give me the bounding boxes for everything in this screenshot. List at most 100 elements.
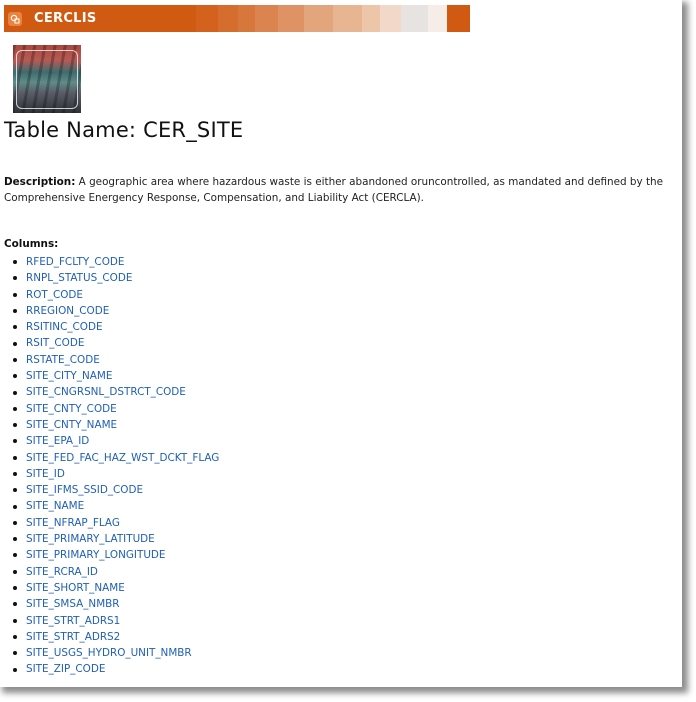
column-link[interactable]: SITE_ID — [26, 466, 65, 482]
column-link[interactable]: SITE_RCRA_ID — [26, 564, 98, 580]
bullet-icon — [13, 651, 17, 656]
column-link[interactable]: SITE_FED_FAC_HAZ_WST_DCKT_FLAG — [26, 450, 219, 466]
column-list-item: SITE_ID — [12, 466, 219, 482]
bullet-icon — [13, 537, 17, 542]
column-list-item: SITE_USGS_HYDRO_UNIT_NMBR — [12, 645, 219, 661]
column-list-item: SITE_NAME — [12, 498, 219, 514]
bullet-icon — [13, 586, 17, 591]
header-fade-block — [238, 5, 255, 32]
column-link[interactable]: RSITINC_CODE — [26, 319, 103, 335]
column-link[interactable]: SITE_STRT_ADRS2 — [26, 629, 120, 645]
columns-list: RFED_FCLTY_CODE RNPL_STATUS_CODE ROT_CODE R… — [12, 254, 219, 678]
column-link[interactable]: SITE_CITY_NAME — [26, 368, 112, 384]
header-fade-block — [401, 5, 428, 32]
bullet-icon — [13, 455, 17, 460]
column-list-item: SITE_STRT_ADRS2 — [12, 629, 219, 645]
bullet-icon — [13, 423, 17, 428]
bullet-icon — [13, 553, 17, 558]
column-link[interactable]: SITE_PRIMARY_LATITUDE — [26, 531, 155, 547]
bullet-icon — [13, 390, 17, 395]
column-list-item: RNPL_STATUS_CODE — [12, 270, 219, 286]
column-list-item: SITE_NFRAP_FLAG — [12, 515, 219, 531]
bullet-icon — [13, 569, 17, 574]
search-document-icon — [8, 11, 22, 26]
column-link[interactable]: SITE_PRIMARY_LONGITUDE — [26, 547, 166, 563]
drums-thumbnail-image — [13, 45, 81, 113]
column-list-item: SITE_FED_FAC_HAZ_WST_DCKT_FLAG — [12, 450, 219, 466]
page-title: Table Name: CER_SITE — [4, 118, 244, 142]
columns-label: Columns: — [4, 238, 59, 250]
bullet-icon — [13, 667, 17, 672]
column-link[interactable]: RNPL_STATUS_CODE — [26, 270, 132, 286]
bullet-icon — [13, 325, 17, 330]
bullet-icon — [13, 341, 17, 346]
bullet-icon — [13, 439, 17, 444]
bullet-icon — [13, 488, 17, 493]
column-list-item: SITE_SMSA_NMBR — [12, 596, 219, 612]
column-list-item: SITE_PRIMARY_LONGITUDE — [12, 547, 219, 563]
column-link[interactable]: SITE_IFMS_SSID_CODE — [26, 482, 143, 498]
bullet-icon — [13, 504, 17, 509]
header-fade-block — [218, 5, 238, 32]
column-list-item: SITE_SHORT_NAME — [12, 580, 219, 596]
bullet-icon — [13, 357, 17, 362]
header-fade-block — [278, 5, 304, 32]
column-link[interactable]: SITE_SMSA_NMBR — [26, 596, 120, 612]
bullet-icon — [13, 602, 17, 607]
bullet-icon — [13, 260, 17, 265]
column-link[interactable]: SITE_USGS_HYDRO_UNIT_NMBR — [26, 645, 192, 661]
column-link[interactable]: ROT_CODE — [26, 287, 83, 303]
bullet-icon — [13, 406, 17, 411]
column-list-item: SITE_PRIMARY_LATITUDE — [12, 531, 219, 547]
column-list-item: SITE_IFMS_SSID_CODE — [12, 482, 219, 498]
header-fade-block — [255, 5, 278, 32]
column-list-item: RREGION_CODE — [12, 303, 219, 319]
header-fade-block — [428, 5, 447, 32]
column-list-item: RSTATE_CODE — [12, 352, 219, 368]
header-fade-block — [380, 5, 401, 32]
bullet-icon — [13, 374, 17, 379]
bullet-icon — [13, 634, 17, 639]
column-link[interactable]: RSIT_CODE — [26, 335, 84, 351]
bullet-icon — [13, 618, 17, 623]
column-link[interactable]: SITE_SHORT_NAME — [26, 580, 125, 596]
header-banner: CERCLIS — [4, 5, 470, 32]
page-container: CERCLIS Table Name: CER_SITE Description… — [0, 0, 682, 687]
column-list-item: SITE_CITY_NAME — [12, 368, 219, 384]
column-link[interactable]: SITE_ZIP_CODE — [26, 661, 105, 677]
bullet-icon — [13, 520, 17, 525]
bullet-icon — [13, 292, 17, 297]
column-link[interactable]: SITE_STRT_ADRS1 — [26, 613, 120, 629]
bullet-icon — [13, 472, 17, 476]
column-link[interactable]: SITE_CNTY_CODE — [26, 401, 117, 417]
header-fade-block — [304, 5, 333, 32]
column-list-item: RSITINC_CODE — [12, 319, 219, 335]
bullet-icon — [13, 276, 17, 281]
column-link[interactable]: SITE_NAME — [26, 498, 84, 514]
column-link[interactable]: SITE_CNGRSNL_DSTRCT_CODE — [26, 384, 186, 400]
column-list-item: SITE_ZIP_CODE — [12, 661, 219, 677]
column-link[interactable]: SITE_EPA_ID — [26, 433, 89, 449]
column-list-item: SITE_CNTY_NAME — [12, 417, 219, 433]
column-list-item: ROT_CODE — [12, 287, 219, 303]
column-list-item: SITE_CNGRSNL_DSTRCT_CODE — [12, 384, 219, 400]
header-title: CERCLIS — [34, 11, 97, 26]
column-list-item: RSIT_CODE — [12, 335, 219, 351]
column-link[interactable]: RFED_FCLTY_CODE — [26, 254, 124, 270]
column-link[interactable]: RREGION_CODE — [26, 303, 109, 319]
header-fade-block — [362, 5, 380, 32]
column-list-item: SITE_RCRA_ID — [12, 564, 219, 580]
bullet-icon — [13, 309, 17, 314]
column-list-item: RFED_FCLTY_CODE — [12, 254, 219, 270]
column-link[interactable]: SITE_CNTY_NAME — [26, 417, 117, 433]
header-fade-block — [333, 5, 362, 32]
description: Description: A geographic area where haz… — [4, 174, 678, 206]
column-list-item: SITE_STRT_ADRS1 — [12, 613, 219, 629]
header-fade-block — [196, 5, 218, 32]
column-link[interactable]: RSTATE_CODE — [26, 352, 100, 368]
column-link[interactable]: SITE_NFRAP_FLAG — [26, 515, 120, 531]
description-text: A geographic area where hazardous waste … — [4, 176, 664, 204]
column-list-item: SITE_EPA_ID — [12, 433, 219, 449]
column-list-item: SITE_CNTY_CODE — [12, 401, 219, 417]
description-label: Description: — [4, 176, 76, 188]
